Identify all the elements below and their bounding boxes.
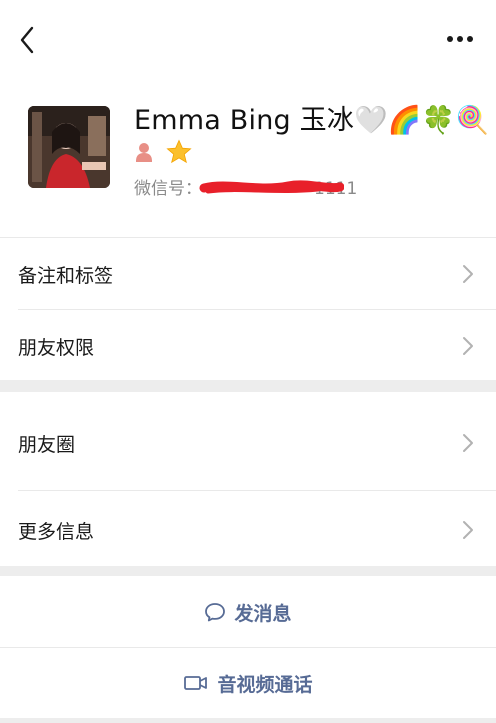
contact-name: Emma Bing 玉冰🤍🌈🍀🍭 [134,105,490,136]
redaction-scribble [199,180,344,194]
menu-item-moments[interactable]: 朋友圈 [0,398,496,488]
wechat-id-label: 微信号： [134,179,202,199]
section-separator [0,718,496,723]
section-separator [0,380,496,392]
chevron-right-icon [463,521,473,539]
video-call-label: 音视频通话 [217,673,313,696]
person-icon [136,143,152,162]
chevron-right-icon [463,265,473,283]
more-options-button[interactable] [442,24,478,54]
divider [18,490,496,491]
badge-row [134,138,192,166]
star-icon [166,139,192,164]
video-camera-icon [184,676,208,690]
menu-item-label: 更多信息 [18,520,95,543]
more-dots-icon [447,36,473,42]
menu-item-label: 备注和标签 [18,264,114,287]
chevron-right-icon [463,337,473,355]
chevron-right-icon [463,434,473,452]
back-button[interactable] [10,20,44,60]
send-message-button[interactable]: 发消息 [0,577,496,647]
menu-item-friend-permissions[interactable]: 朋友权限 [0,310,496,382]
video-call-button[interactable]: 音视频通话 [0,648,496,718]
avatar[interactable] [28,106,110,188]
send-message-label: 发消息 [234,602,292,625]
chevron-left-icon [20,26,34,54]
profile-header: Emma Bing 玉冰🤍🌈🍀🍭 微信号： 1111 [0,80,496,238]
menu-item-label: 朋友权限 [18,336,95,359]
menu-item-remark-tags[interactable]: 备注和标签 [0,238,496,310]
chat-bubble-icon [205,603,226,622]
menu-item-label: 朋友圈 [18,433,76,456]
section-separator [0,566,496,576]
top-navigation-bar [0,0,496,80]
menu-item-more-info[interactable]: 更多信息 [0,492,496,568]
